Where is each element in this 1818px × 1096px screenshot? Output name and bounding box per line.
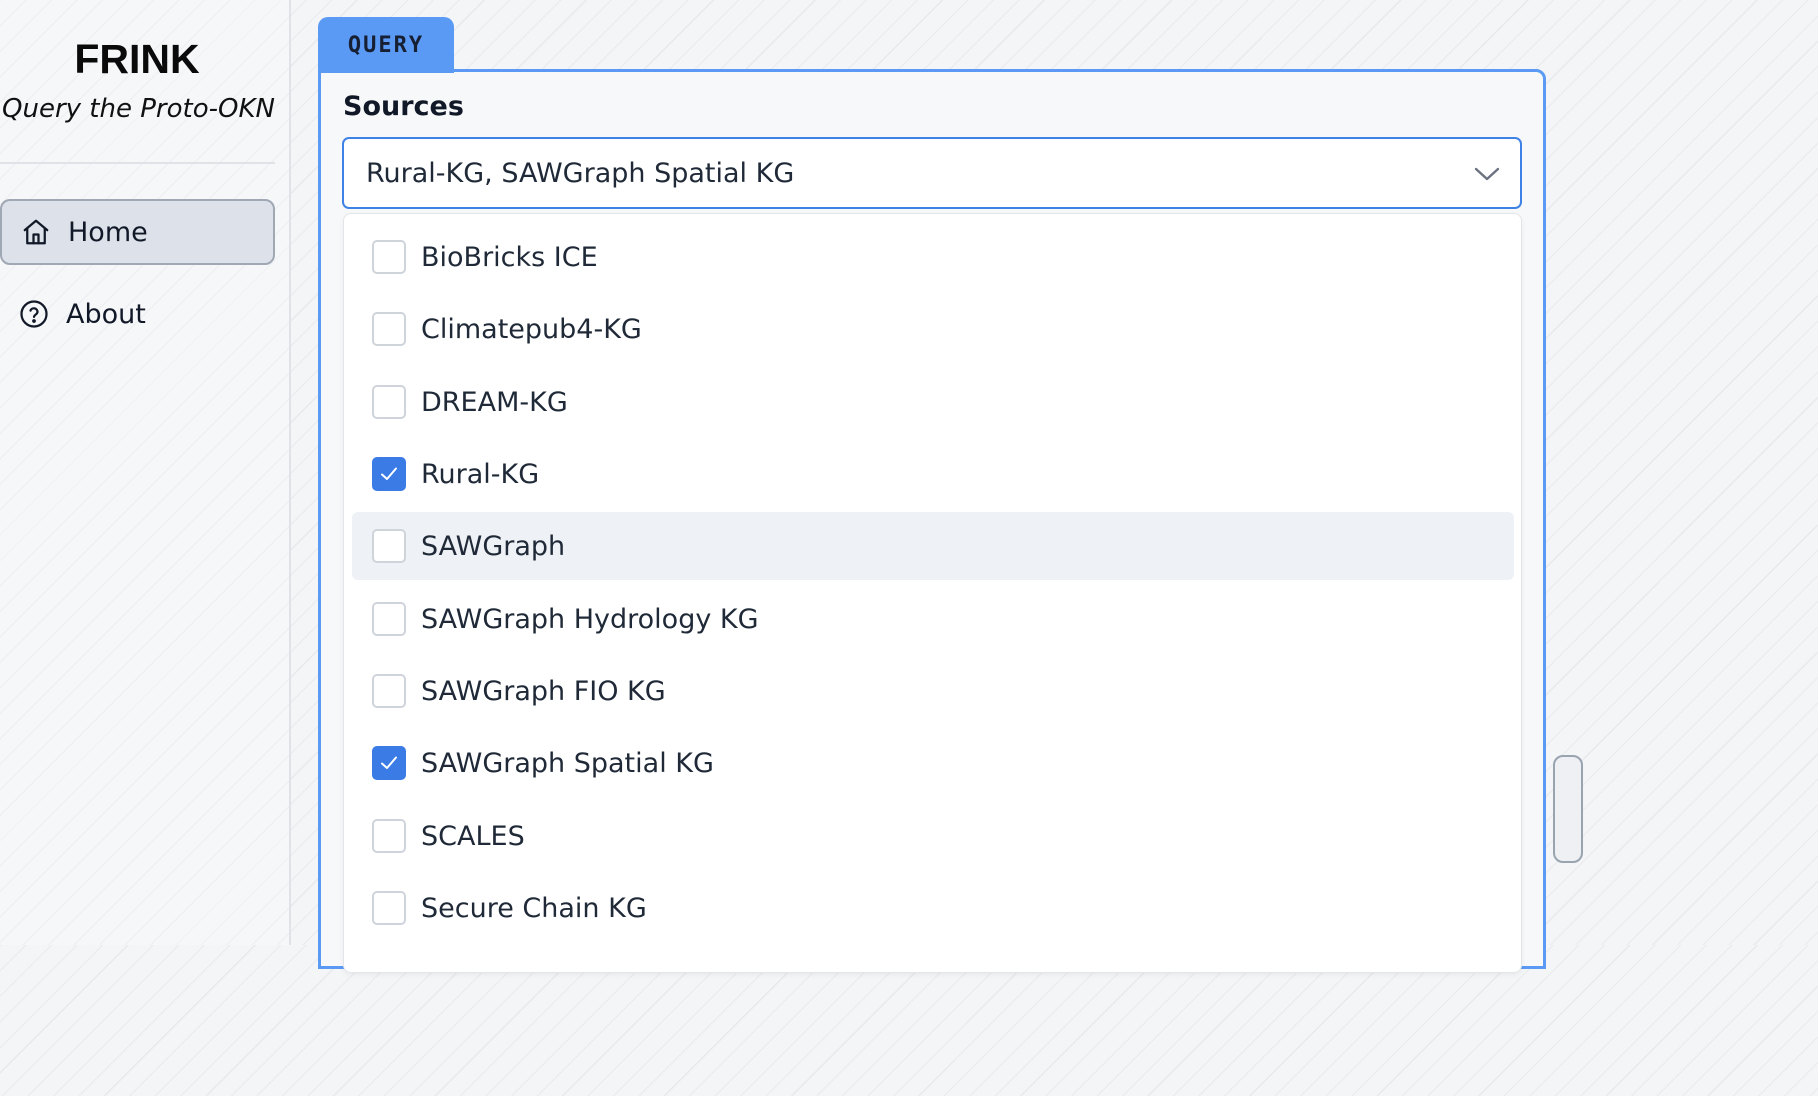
checkbox[interactable] <box>372 602 406 636</box>
source-option-climatepub4-kg[interactable]: Climatepub4-KG <box>352 295 1514 363</box>
sources-select-value: Rural-KG, SAWGraph Spatial KG <box>366 157 795 189</box>
option-label: Climatepub4-KG <box>421 313 642 345</box>
chevron-down-icon <box>1472 161 1502 187</box>
home-icon <box>20 216 52 248</box>
checkbox-checked[interactable] <box>372 457 406 491</box>
sidebar: FRINK Query the Proto-OKN Home About <box>0 0 291 945</box>
source-option-rural-kg[interactable]: Rural-KG <box>352 440 1514 508</box>
checkbox[interactable] <box>372 819 406 853</box>
option-label: BioBricks ICE <box>421 241 598 273</box>
source-option-sawgraph-spatial-kg[interactable]: SAWGraph Spatial KG <box>352 729 1514 797</box>
sources-dropdown: BioBricks ICE Climatepub4-KG DREAM-KG Ru… <box>343 213 1522 973</box>
sidebar-item-label: About <box>66 298 146 330</box>
sidebar-divider <box>0 162 275 164</box>
help-circle-icon <box>18 298 50 330</box>
sidebar-item-label: Home <box>68 216 148 248</box>
source-option-biobricks-ice[interactable]: BioBricks ICE <box>352 223 1514 291</box>
checkbox-checked[interactable] <box>372 746 406 780</box>
edge-panel-handle[interactable] <box>1553 755 1583 863</box>
source-option-sawgraph-hydrology-kg[interactable]: SAWGraph Hydrology KG <box>352 585 1514 653</box>
brand-subtitle: Query the Proto-OKN <box>2 94 275 124</box>
option-label: Secure Chain KG <box>421 892 647 924</box>
checkbox[interactable] <box>372 312 406 346</box>
checkbox[interactable] <box>372 385 406 419</box>
option-label: SAWGraph FIO KG <box>421 675 666 707</box>
source-option-sawgraph[interactable]: SAWGraph <box>352 512 1514 580</box>
source-option-sawgraph-fio-kg[interactable]: SAWGraph FIO KG <box>352 657 1514 725</box>
option-label: SAWGraph Hydrology KG <box>421 603 759 635</box>
checkbox[interactable] <box>372 891 406 925</box>
checkbox[interactable] <box>372 240 406 274</box>
option-label: SAWGraph Spatial KG <box>421 747 714 779</box>
option-label: DREAM-KG <box>421 386 568 418</box>
brand-title: FRINK <box>74 36 200 82</box>
tab-query[interactable]: QUERY <box>318 17 454 73</box>
checkbox[interactable] <box>372 529 406 563</box>
source-option-secure-chain-kg[interactable]: Secure Chain KG <box>352 874 1514 942</box>
sidebar-item-about[interactable]: About <box>0 281 275 347</box>
sidebar-item-home[interactable]: Home <box>0 199 275 265</box>
sources-select[interactable]: Rural-KG, SAWGraph Spatial KG <box>342 137 1522 209</box>
sources-label: Sources <box>343 91 464 122</box>
source-option-scales[interactable]: SCALES <box>352 802 1514 870</box>
checkbox[interactable] <box>372 674 406 708</box>
option-label: Rural-KG <box>421 458 540 490</box>
option-label: SCALES <box>421 820 525 852</box>
option-label: SAWGraph <box>421 530 566 562</box>
source-option-dream-kg[interactable]: DREAM-KG <box>352 368 1514 436</box>
